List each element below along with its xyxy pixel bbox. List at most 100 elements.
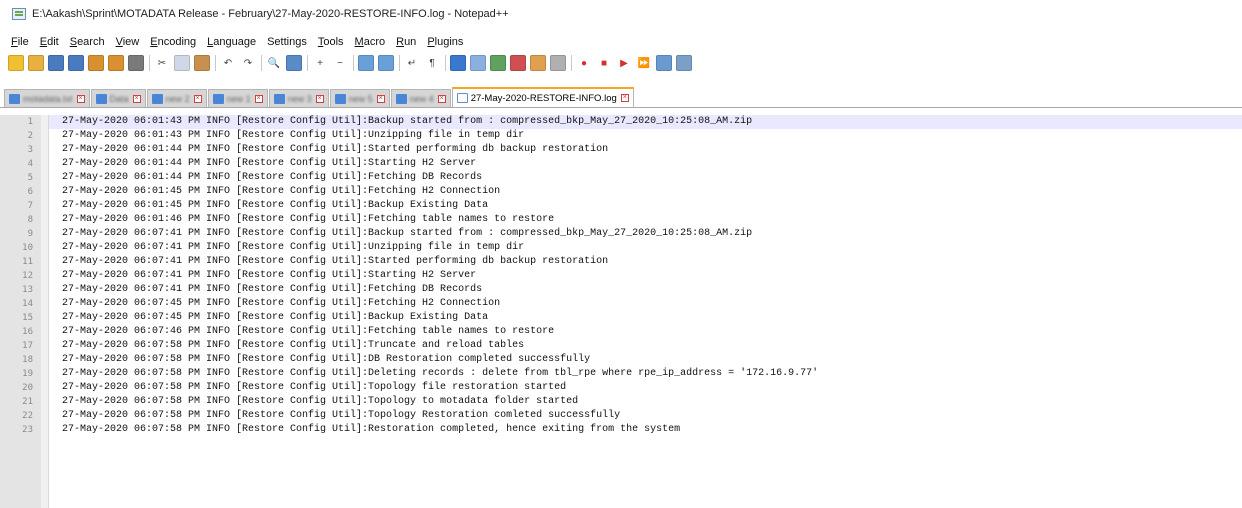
editor-line[interactable]: 6 27-May-2020 06:01:45 PM INFO [Restore C…: [0, 185, 1242, 199]
line-text[interactable]: 27-May-2020 06:07:41 PM INFO [Restore Co…: [49, 269, 476, 283]
line-text[interactable]: 27-May-2020 06:01:45 PM INFO [Restore Co…: [49, 199, 488, 213]
editor[interactable]: 1 27-May-2020 06:01:43 PM INFO [Restore C…: [0, 115, 1242, 508]
menu-item-macro[interactable]: Macro: [355, 36, 386, 48]
menu-item-plugins[interactable]: Plugins: [427, 36, 463, 48]
play-macro-icon[interactable]: ▶: [616, 55, 632, 71]
file-tab[interactable]: Data ×: [90, 89, 146, 107]
editor-line[interactable]: 4 27-May-2020 06:01:44 PM INFO [Restore C…: [0, 157, 1242, 171]
tab-close-icon[interactable]: ×: [376, 94, 385, 103]
spell-check-icon[interactable]: [676, 55, 692, 71]
save-macro-icon[interactable]: [656, 55, 672, 71]
close-all-icon[interactable]: [108, 55, 124, 71]
editor-line[interactable]: 5 27-May-2020 06:01:44 PM INFO [Restore C…: [0, 171, 1242, 185]
menu-item-edit[interactable]: Edit: [40, 36, 59, 48]
replace-icon[interactable]: [286, 55, 302, 71]
menu-item-settings[interactable]: Settings: [267, 36, 307, 48]
close-icon[interactable]: [88, 55, 104, 71]
editor-line[interactable]: 8 27-May-2020 06:01:46 PM INFO [Restore C…: [0, 213, 1242, 227]
open-file-icon[interactable]: [28, 55, 44, 71]
zoom-in-icon[interactable]: +: [312, 55, 328, 71]
paste-icon[interactable]: [194, 55, 210, 71]
editor-line[interactable]: 21 27-May-2020 06:07:58 PM INFO [Restore …: [0, 395, 1242, 409]
editor-line[interactable]: 23 27-May-2020 06:07:58 PM INFO [Restore …: [0, 423, 1242, 437]
word-wrap-icon[interactable]: ↵: [404, 55, 420, 71]
tab-close-icon[interactable]: ×: [620, 94, 629, 102]
menu-item-view[interactable]: View: [116, 36, 140, 48]
editor-line[interactable]: 1 27-May-2020 06:01:43 PM INFO [Restore C…: [0, 115, 1242, 129]
line-text[interactable]: 27-May-2020 06:07:58 PM INFO [Restore Co…: [49, 367, 818, 381]
run-macro-multiple-icon[interactable]: ⏩: [636, 55, 652, 71]
editor-line[interactable]: 7 27-May-2020 06:01:45 PM INFO [Restore C…: [0, 199, 1242, 213]
editor-line[interactable]: 17 27-May-2020 06:07:58 PM INFO [Restore …: [0, 339, 1242, 353]
editor-line[interactable]: 13 27-May-2020 06:07:41 PM INFO [Restore …: [0, 283, 1242, 297]
file-tab[interactable]: new 1 ×: [207, 89, 268, 107]
undo-icon[interactable]: ↶: [220, 55, 236, 71]
line-text[interactable]: 27-May-2020 06:07:45 PM INFO [Restore Co…: [49, 311, 488, 325]
line-text[interactable]: 27-May-2020 06:07:58 PM INFO [Restore Co…: [49, 339, 524, 353]
doc-map-icon[interactable]: [490, 55, 506, 71]
line-text[interactable]: 27-May-2020 06:01:44 PM INFO [Restore Co…: [49, 157, 476, 171]
editor-line[interactable]: 20 27-May-2020 06:07:58 PM INFO [Restore …: [0, 381, 1242, 395]
print-icon[interactable]: [128, 55, 144, 71]
editor-line[interactable]: 11 27-May-2020 06:07:41 PM INFO [Restore …: [0, 255, 1242, 269]
editor-line[interactable]: 12 27-May-2020 06:07:41 PM INFO [Restore …: [0, 269, 1242, 283]
line-text[interactable]: 27-May-2020 06:07:58 PM INFO [Restore Co…: [49, 423, 680, 437]
line-text[interactable]: 27-May-2020 06:07:58 PM INFO [Restore Co…: [49, 353, 590, 367]
line-text[interactable]: 27-May-2020 06:01:46 PM INFO [Restore Co…: [49, 213, 554, 227]
editor-line[interactable]: 16 27-May-2020 06:07:46 PM INFO [Restore …: [0, 325, 1242, 339]
function-list-icon[interactable]: [510, 55, 526, 71]
file-tab[interactable]: motadata.txt ×: [4, 89, 90, 107]
tab-close-icon[interactable]: ×: [193, 94, 202, 103]
cut-icon[interactable]: ✂: [154, 55, 170, 71]
save-icon[interactable]: [48, 55, 64, 71]
line-text[interactable]: 27-May-2020 06:07:58 PM INFO [Restore Co…: [49, 409, 620, 423]
editor-line[interactable]: 18 27-May-2020 06:07:58 PM INFO [Restore …: [0, 353, 1242, 367]
editor-line[interactable]: 10 27-May-2020 06:07:41 PM INFO [Restore …: [0, 241, 1242, 255]
redo-icon[interactable]: ↷: [240, 55, 256, 71]
line-text[interactable]: 27-May-2020 06:07:41 PM INFO [Restore Co…: [49, 227, 752, 241]
line-text[interactable]: 27-May-2020 06:07:41 PM INFO [Restore Co…: [49, 255, 608, 269]
editor-line[interactable]: 19 27-May-2020 06:07:58 PM INFO [Restore …: [0, 367, 1242, 381]
sync-vertical-icon[interactable]: [358, 55, 374, 71]
indent-guide-icon[interactable]: [450, 55, 466, 71]
menu-item-search[interactable]: Search: [70, 36, 105, 48]
folder-workspace-icon[interactable]: [530, 55, 546, 71]
file-tab[interactable]: new 5 ×: [329, 89, 390, 107]
file-tab[interactable]: new 2 ×: [146, 89, 207, 107]
menu-item-encoding[interactable]: Encoding: [150, 36, 196, 48]
tab-close-icon[interactable]: ×: [437, 94, 446, 103]
show-all-chars-icon[interactable]: ¶: [424, 55, 440, 71]
file-tab[interactable]: 27-May-2020-RESTORE-INFO.log ×: [451, 87, 634, 107]
tab-close-icon[interactable]: ×: [315, 94, 324, 103]
tab-close-icon[interactable]: ×: [76, 94, 85, 103]
line-text[interactable]: 27-May-2020 06:07:45 PM INFO [Restore Co…: [49, 297, 500, 311]
editor-line[interactable]: 14 27-May-2020 06:07:45 PM INFO [Restore …: [0, 297, 1242, 311]
line-text[interactable]: 27-May-2020 06:01:43 PM INFO [Restore Co…: [49, 115, 752, 129]
sync-horizontal-icon[interactable]: [378, 55, 394, 71]
menu-item-file[interactable]: File: [11, 36, 29, 48]
editor-line[interactable]: 9 27-May-2020 06:07:41 PM INFO [Restore C…: [0, 227, 1242, 241]
tab-close-icon[interactable]: ×: [254, 94, 263, 103]
menu-item-language[interactable]: Language: [207, 36, 256, 48]
new-file-icon[interactable]: [8, 55, 24, 71]
editor-line[interactable]: 2 27-May-2020 06:01:43 PM INFO [Restore C…: [0, 129, 1242, 143]
line-text[interactable]: 27-May-2020 06:07:58 PM INFO [Restore Co…: [49, 395, 578, 409]
editor-line[interactable]: 15 27-May-2020 06:07:45 PM INFO [Restore …: [0, 311, 1242, 325]
monitoring-icon[interactable]: [550, 55, 566, 71]
tab-close-icon[interactable]: ×: [132, 94, 141, 103]
line-text[interactable]: 27-May-2020 06:07:46 PM INFO [Restore Co…: [49, 325, 554, 339]
line-text[interactable]: 27-May-2020 06:01:45 PM INFO [Restore Co…: [49, 185, 500, 199]
zoom-out-icon[interactable]: −: [332, 55, 348, 71]
line-text[interactable]: 27-May-2020 06:07:41 PM INFO [Restore Co…: [49, 283, 482, 297]
line-text[interactable]: 27-May-2020 06:07:58 PM INFO [Restore Co…: [49, 381, 566, 395]
line-text[interactable]: 27-May-2020 06:01:44 PM INFO [Restore Co…: [49, 171, 482, 185]
save-all-icon[interactable]: [68, 55, 84, 71]
menu-item-run[interactable]: Run: [396, 36, 416, 48]
editor-line[interactable]: 22 27-May-2020 06:07:58 PM INFO [Restore …: [0, 409, 1242, 423]
find-icon[interactable]: 🔍: [266, 55, 282, 71]
copy-icon[interactable]: [174, 55, 190, 71]
stop-record-icon[interactable]: ■: [596, 55, 612, 71]
line-text[interactable]: 27-May-2020 06:01:44 PM INFO [Restore Co…: [49, 143, 608, 157]
menu-item-tools[interactable]: Tools: [318, 36, 344, 48]
user-language-icon[interactable]: [470, 55, 486, 71]
